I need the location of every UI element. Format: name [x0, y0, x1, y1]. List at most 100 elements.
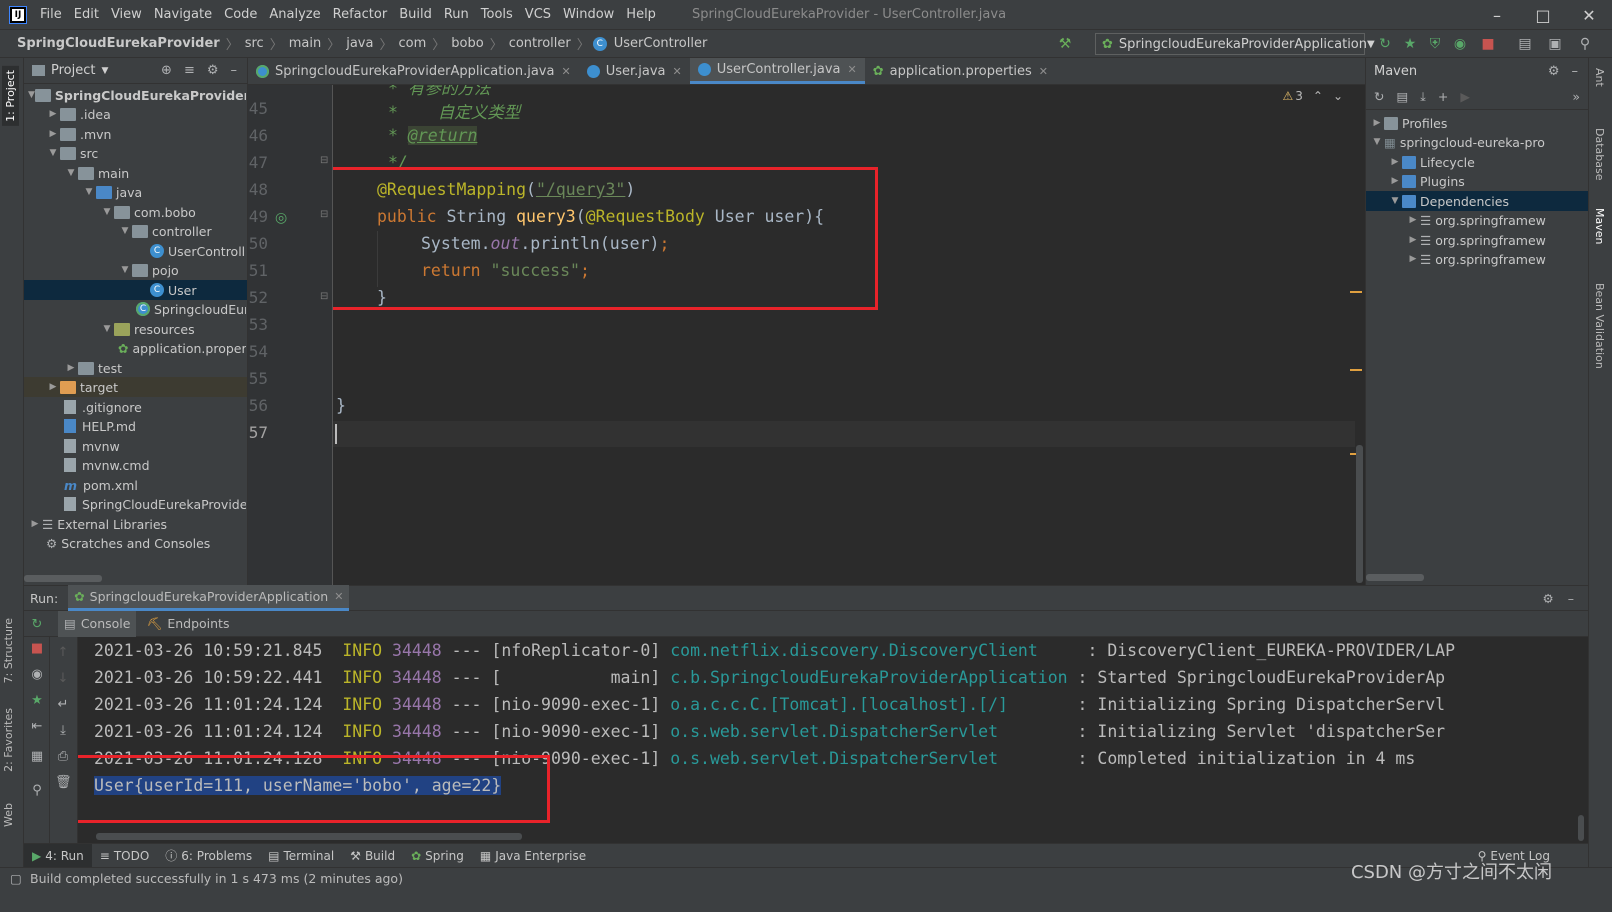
console-tab[interactable]: ▤ Console	[58, 610, 137, 637]
tool-tab-web[interactable]: Web	[2, 803, 15, 827]
tree-item-mvnw-cmd[interactable]: mvnw.cmd	[64, 455, 150, 475]
gear-icon[interactable]: ⚙	[207, 63, 219, 78]
tree-item-controller[interactable]: ▼ controller	[118, 221, 212, 241]
search-icon[interactable]: ⚲	[1575, 34, 1595, 54]
code-editor[interactable]: * 有参的方法 * 自定义类型 * @return */ @RequestMap…	[333, 85, 1355, 585]
maven-item-dependency[interactable]: ▶ ☰ org.springframew	[1406, 210, 1588, 230]
tree-item-target[interactable]: ▶ target	[24, 377, 247, 397]
hide-icon[interactable]: –	[1568, 591, 1574, 606]
menu-tools[interactable]: Tools	[475, 7, 519, 22]
hide-icon[interactable]: –	[1572, 64, 1579, 79]
tree-item-gitignore[interactable]: .gitignore	[64, 397, 142, 417]
run-tab[interactable]: ✿ SpringcloudEurekaProviderApplication ✕	[68, 585, 350, 611]
tree-item-mvn[interactable]: ▶ .mvn	[46, 124, 112, 144]
run-icon[interactable]: ▶	[1460, 89, 1470, 104]
maven-item-project[interactable]: ▼ ▦ springcloud-eureka-pro	[1370, 132, 1588, 152]
tree-item-pom-xml[interactable]: m pom.xml	[64, 475, 138, 495]
generate-sources-icon[interactable]: ▤	[1396, 89, 1408, 104]
debug-icon[interactable]: ★	[1400, 34, 1420, 54]
fold-icon[interactable]: ⊟	[320, 155, 328, 166]
tree-item-idea[interactable]: ▶ .idea	[46, 104, 111, 124]
gear-icon[interactable]: ⚙	[1543, 591, 1554, 606]
breadcrumb-java[interactable]: java	[343, 36, 376, 51]
editor-error-stripe[interactable]	[1350, 85, 1365, 585]
tree-item-iml[interactable]: SpringCloudEurekaProvider.	[64, 494, 246, 514]
breadcrumb-usercontroller[interactable]: UserController	[611, 36, 711, 51]
close-tab-icon[interactable]: ✕	[561, 65, 570, 78]
menu-navigate[interactable]: Navigate	[148, 7, 218, 22]
close-icon[interactable]: ✕	[1566, 0, 1612, 30]
tree-item-com-bobo[interactable]: ▼ com.bobo	[100, 202, 196, 222]
maven-item-plugins[interactable]: ▶ Plugins	[1388, 171, 1465, 191]
horizontal-scrollbar[interactable]	[96, 833, 522, 840]
tree-item-external-libraries[interactable]: ▶ ☰ External Libraries	[28, 514, 168, 534]
status-toggle-icon[interactable]: ▢	[10, 871, 22, 886]
inspection-widget[interactable]: ⚠ 3 ⌃ ⌄	[1282, 89, 1343, 103]
tool-tab-favorites[interactable]: 2: Favorites	[2, 708, 15, 772]
maven-item-lifecycle[interactable]: ▶ Lifecycle	[1388, 152, 1475, 172]
menu-edit[interactable]: Edit	[68, 7, 105, 22]
add-icon[interactable]: +	[1438, 89, 1448, 104]
maven-item-dependencies[interactable]: ▼ Dependencies	[1366, 191, 1588, 211]
menu-help[interactable]: Help	[620, 7, 662, 22]
menu-window[interactable]: Window	[557, 7, 620, 22]
tool-tab-maven[interactable]: Maven	[1593, 208, 1606, 244]
trash-icon[interactable]: 🗑	[55, 775, 72, 791]
tool-tab-problems[interactable]: ⓘ 6: Problems	[157, 844, 260, 868]
download-icon[interactable]: ⤓	[1420, 89, 1426, 105]
project-panel-title[interactable]: Project	[51, 63, 95, 78]
tool-tab-project[interactable]: 1: Project	[2, 66, 19, 126]
build-hammer-icon[interactable]: ⚒	[1055, 34, 1075, 54]
profile-icon[interactable]: ◉	[1450, 34, 1470, 54]
console-output[interactable]: 2021-03-26 10:59:21.845 INFO 34448 --- […	[78, 637, 1588, 843]
gear-icon[interactable]: ⚙	[1548, 64, 1560, 79]
tree-item-main[interactable]: ▼ main	[64, 163, 130, 183]
chevron-up-icon[interactable]: ⌃	[1313, 89, 1323, 103]
tool-tab-build[interactable]: ⚒ Build	[342, 844, 403, 868]
tool-tab-ant[interactable]: Ant	[1593, 68, 1606, 87]
maximize-icon[interactable]: □	[1520, 0, 1566, 30]
print-icon[interactable]: ⎙	[55, 749, 71, 765]
rerun-icon[interactable]: ↻	[1375, 34, 1395, 54]
menu-run[interactable]: Run	[438, 7, 475, 22]
scroll-end-icon[interactable]: ⤓	[55, 723, 71, 739]
tool-tab-bean-validation[interactable]: Bean Validation	[1593, 283, 1606, 369]
breadcrumb-src[interactable]: src	[242, 36, 267, 51]
menu-build[interactable]: Build	[393, 7, 438, 22]
layout-icon[interactable]: ▦	[29, 749, 45, 765]
tool-tab-run[interactable]: ▶ 4: Run	[24, 843, 92, 868]
menu-refactor[interactable]: Refactor	[327, 7, 394, 22]
web-mapping-icon[interactable]: ◎	[275, 210, 287, 226]
hide-icon[interactable]: –	[231, 63, 238, 78]
project-structure-icon[interactable]: ▤	[1515, 34, 1535, 54]
tool-tab-todo[interactable]: ≡ TODO	[92, 844, 158, 868]
locate-icon[interactable]: ⊕	[161, 63, 172, 78]
tool-tab-structure[interactable]: 7: Structure	[2, 618, 15, 683]
menu-vcs[interactable]: VCS	[519, 7, 557, 22]
tab-usercontroller-java[interactable]: UserController.java ✕	[689, 58, 865, 84]
run-configuration-select[interactable]: ✿ SpringcloudEurekaProviderApplication ▼	[1095, 33, 1375, 55]
pin-icon[interactable]: ⚲	[29, 783, 45, 799]
arrow-up-icon[interactable]: ↑	[55, 645, 71, 661]
tree-item-java[interactable]: ▼ java	[82, 182, 143, 202]
coverage-icon[interactable]: ⛨	[1425, 34, 1445, 54]
horizontal-scrollbar[interactable]	[24, 575, 102, 582]
tab-springcloudeurekaproviderapplication[interactable]: SpringcloudEurekaProviderApplication.jav…	[248, 58, 579, 84]
menu-view[interactable]: View	[105, 7, 148, 22]
menu-file[interactable]: File	[34, 7, 68, 22]
maven-item-profiles[interactable]: ▶ Profiles	[1370, 113, 1448, 133]
endpoints-tab[interactable]: ⛏ Endpoints	[136, 611, 239, 637]
minimize-icon[interactable]: –	[1474, 0, 1520, 30]
breadcrumb-project[interactable]: SpringCloudEurekaProvider	[14, 36, 223, 51]
tree-item-usercontroller[interactable]: C UserControll	[150, 241, 246, 261]
reload-icon[interactable]: ↻	[1374, 89, 1384, 104]
chevron-down-icon[interactable]: ▼	[101, 66, 108, 76]
maven-item-dependency[interactable]: ▶ ☰ org.springframew	[1406, 249, 1588, 269]
fold-icon[interactable]: ⊟	[320, 209, 328, 220]
close-tab-icon[interactable]: ✕	[1039, 65, 1048, 78]
menu-code[interactable]: Code	[218, 7, 263, 22]
tool-tab-terminal[interactable]: ▤ Terminal	[260, 844, 342, 868]
tree-item-pojo[interactable]: ▼ pojo	[118, 260, 179, 280]
arrow-down-icon[interactable]: ↓	[55, 671, 71, 687]
chevron-down-icon[interactable]: ⌄	[1333, 89, 1343, 103]
